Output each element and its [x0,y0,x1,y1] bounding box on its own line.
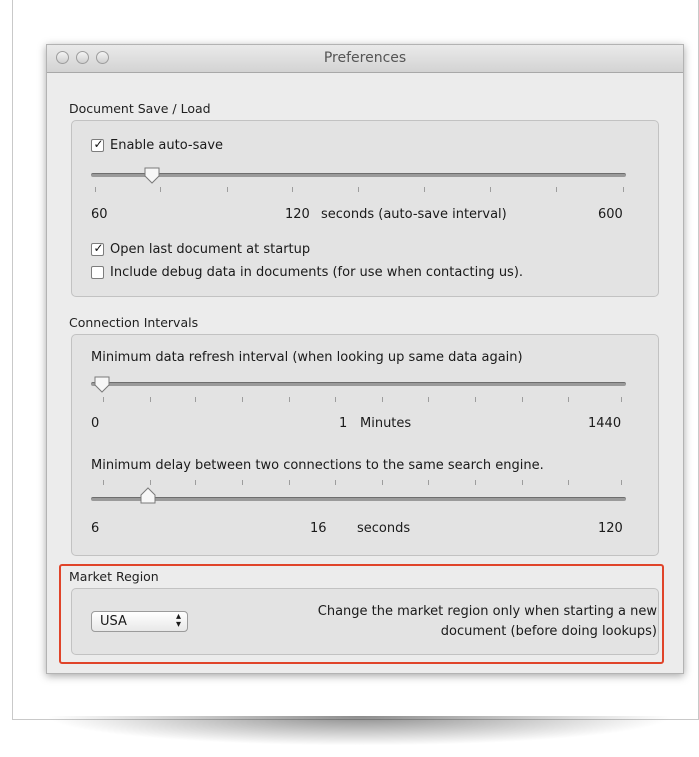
frame-shadow [20,716,699,748]
slider-tick [95,187,96,192]
slider-tick [522,397,523,402]
enable-autosave-row[interactable]: ✓ Enable auto-save [91,138,223,153]
slider-tick [289,397,290,402]
slider-tick [621,480,622,485]
slider-tick [292,187,293,192]
autosave-min-label: 60 [91,207,108,222]
connection-intervals-heading: Connection Intervals [69,315,199,330]
delay-value-label: 16 [310,521,327,536]
refresh-min-label: 0 [91,416,100,431]
slider-tick [522,480,523,485]
autosave-interval-slider[interactable] [91,173,626,177]
refresh-interval-slider[interactable] [91,382,626,386]
include-debug-label: Include debug data in documents (for use… [110,265,524,280]
autosave-unit-label: seconds (auto-save interval) [321,207,507,222]
slider-tick [623,187,624,192]
refresh-slider-knob[interactable] [93,376,111,394]
include-debug-checkbox[interactable] [91,266,104,279]
slider-tick [475,480,476,485]
slider-tick [335,480,336,485]
slider-tick [227,187,228,192]
market-region-highlight [59,564,664,664]
enable-autosave-label: Enable auto-save [110,138,224,153]
slider-tick [242,480,243,485]
slider-tick [428,480,429,485]
slider-tick [150,480,151,485]
refresh-interval-label: Minimum data refresh interval (when look… [91,350,523,365]
slider-tick [150,397,151,402]
slider-tick [382,480,383,485]
autosave-value-label: 120 [285,207,310,222]
slider-tick [242,397,243,402]
refresh-unit-label: Minutes [360,416,412,431]
slider-tick [424,187,425,192]
slider-tick [195,480,196,485]
autosave-slider-knob[interactable] [143,167,161,185]
open-last-document-row[interactable]: ✓ Open last document at startup [91,242,310,257]
connection-delay-slider[interactable] [91,497,626,501]
delay-min-label: 6 [91,521,100,536]
slider-tick [335,397,336,402]
slider-tick [428,397,429,402]
slider-tick [358,187,359,192]
slider-tick [160,187,161,192]
refresh-max-label: 1440 [588,416,622,431]
slider-tick [621,397,622,402]
title-bar[interactable]: Preferences [47,45,683,73]
slider-tick [195,397,196,402]
enable-autosave-checkbox[interactable]: ✓ [91,138,104,152]
connection-delay-label: Minimum delay between two connections to… [91,458,544,473]
slider-tick [490,187,491,192]
include-debug-row[interactable]: Include debug data in documents (for use… [91,265,523,280]
slider-tick [568,397,569,402]
slider-tick [382,397,383,402]
open-last-document-label: Open last document at startup [110,242,311,257]
slider-tick [103,480,104,485]
autosave-max-label: 600 [598,207,623,222]
slider-tick [103,397,104,402]
refresh-value-label: 1 [339,416,348,431]
open-last-document-checkbox[interactable]: ✓ [91,242,104,256]
slider-tick [556,187,557,192]
slider-tick [568,480,569,485]
slider-tick [475,397,476,402]
delay-slider-knob[interactable] [139,486,157,504]
delay-unit-label: seconds [357,521,411,536]
document-save-load-heading: Document Save / Load [69,101,211,116]
delay-max-label: 120 [598,521,623,536]
window-title: Preferences [323,50,407,66]
slider-tick [289,480,290,485]
